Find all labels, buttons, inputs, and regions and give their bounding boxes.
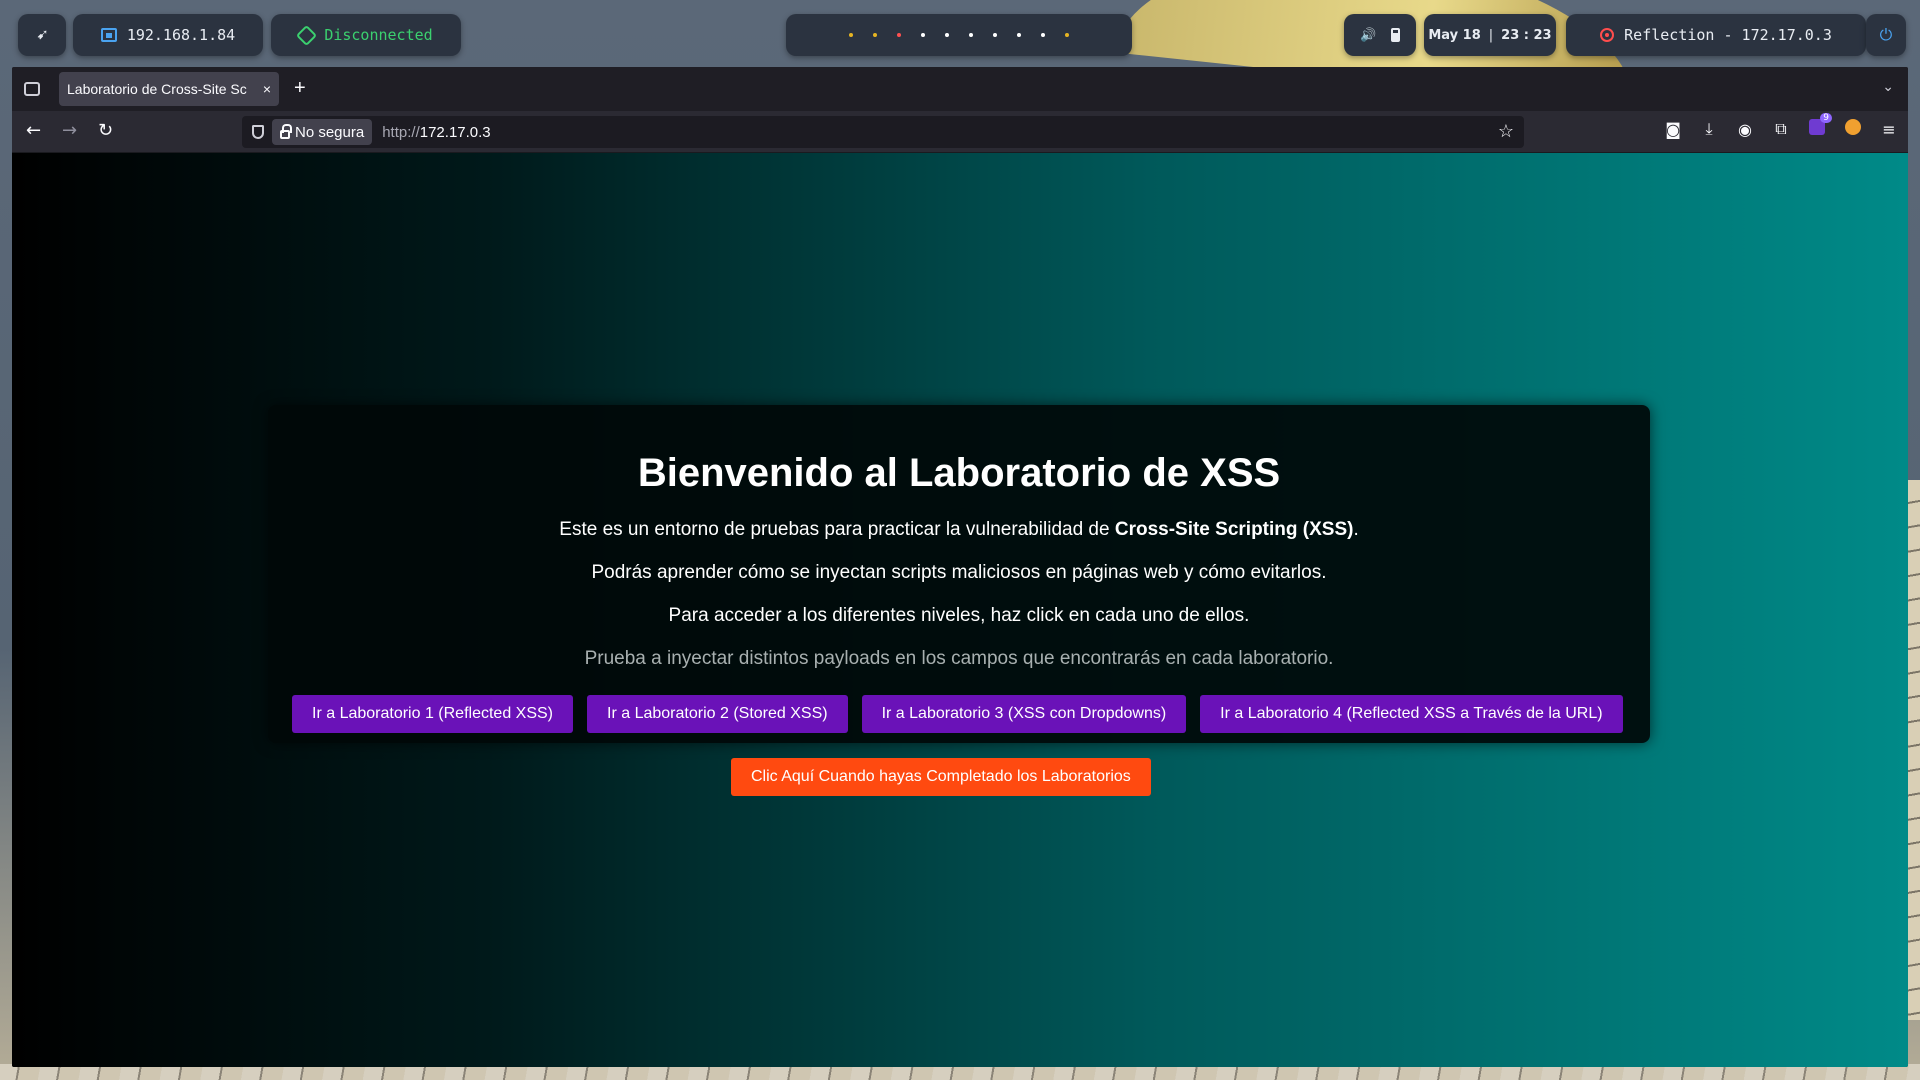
battery-icon <box>1390 28 1400 42</box>
back-icon[interactable]: ← <box>26 120 41 141</box>
ip-indicator[interactable]: 192.168.1.84 <box>73 14 263 56</box>
tab-bar: Laboratorio de Cross-Site Sc × + ⌄ <box>12 67 1908 111</box>
firefox-view-icon[interactable] <box>24 82 40 96</box>
target-icon <box>1600 28 1615 42</box>
active-tab[interactable]: Laboratorio de Cross-Site Sc × <box>59 72 279 106</box>
reload-icon[interactable]: ↻ <box>98 120 113 141</box>
system-tray[interactable]: 🔊 <box>1344 14 1416 56</box>
url-text[interactable]: http://172.17.0.3 <box>382 124 490 141</box>
launcher-button[interactable]: ➹ <box>18 14 66 56</box>
intro-text: Este es un entorno de pruebas para pract… <box>268 519 1650 541</box>
ip-address: 192.168.1.84 <box>126 26 236 44</box>
intro-text-start: Este es un entorno de pruebas para pract… <box>559 519 1115 540</box>
lab-1-button[interactable]: Ir a Laboratorio 1 (Reflected XSS) <box>292 695 574 733</box>
lab-buttons: Ir a Laboratorio 1 (Reflected XSS) Ir a … <box>292 695 1623 733</box>
list-all-tabs-icon[interactable]: ⌄ <box>1882 79 1894 95</box>
insecure-lock-icon <box>280 123 292 139</box>
learn-text: Podrás aprender cómo se inyectan scripts… <box>591 562 1327 583</box>
lab-2-button[interactable]: Ir a Laboratorio 2 (Stored XSS) <box>587 695 848 733</box>
date-label: May 18 <box>1428 27 1481 43</box>
workspace-dot-9[interactable] <box>1041 33 1045 37</box>
new-tab-button[interactable]: + <box>294 77 306 100</box>
clock-widget[interactable]: May 18 | 23 : 23 <box>1424 14 1556 56</box>
target-indicator[interactable]: Reflection - 172.17.0.3 <box>1566 14 1866 56</box>
cookie-extension-icon[interactable] <box>1844 119 1862 139</box>
power-icon: ⏻ <box>1879 25 1893 44</box>
menu-icon[interactable]: ≡ <box>1880 120 1898 139</box>
workspace-dot-6[interactable] <box>969 33 973 37</box>
url-host: 172.17.0.3 <box>419 123 491 141</box>
vpn-indicator[interactable]: Disconnected <box>271 14 461 56</box>
workspace-dot-7[interactable] <box>993 33 997 37</box>
account-icon[interactable]: ◉ <box>1736 120 1754 139</box>
forward-icon[interactable]: → <box>62 120 77 141</box>
payloads-hint: Prueba a inyectar distintos payloads en … <box>584 648 1334 669</box>
desktop-topbar: ➹ 192.168.1.84 Disconnected 🔊 May 18 | 2… <box>0 0 1920 66</box>
pocket-icon[interactable]: ◙ <box>1664 120 1682 139</box>
power-button[interactable]: ⏻ <box>1866 14 1906 56</box>
time-label: 23 : 23 <box>1501 27 1552 43</box>
levels-text: Para acceder a los diferentes niveles, h… <box>668 605 1250 626</box>
workspace-dot-4[interactable] <box>921 33 925 37</box>
url-scheme: http:// <box>382 123 420 141</box>
address-bar[interactable]: No segura http://172.17.0.3 ☆ <box>242 116 1524 148</box>
lab-3-button[interactable]: Ir a Laboratorio 3 (XSS con Dropdowns) <box>861 695 1187 733</box>
workspace-dot-8[interactable] <box>1017 33 1021 37</box>
clock-separator: | <box>1488 27 1494 43</box>
toolbar-icons: ◙ ⤓ ◉ ⧉ 9 ≡ <box>1664 113 1898 139</box>
browser-window: Laboratorio de Cross-Site Sc × + ⌄ ← → ↻… <box>12 67 1908 1067</box>
extension-purple-icon[interactable]: 9 <box>1808 113 1832 139</box>
completed-labs-button[interactable]: Clic Aquí Cuando hayas Completado los La… <box>731 758 1151 796</box>
page-viewport: Bienvenido al Laboratorio de XSS Este es… <box>12 153 1908 1067</box>
workspace-switcher[interactable] <box>786 14 1132 56</box>
bookmark-star-icon[interactable]: ☆ <box>1498 121 1514 142</box>
download-icon[interactable]: ⤓ <box>1700 119 1718 139</box>
navigation-toolbar: ← → ↻ No segura http://172.17.0.3 ☆ ◙ ⤓ … <box>12 111 1908 153</box>
lab-4-button[interactable]: Ir a Laboratorio 4 (Reflected XSS a Trav… <box>1200 695 1623 733</box>
workspace-dot-1[interactable] <box>849 33 853 37</box>
page-title: Bienvenido al Laboratorio de XSS <box>637 451 1281 495</box>
wallpaper-art-edge <box>1906 480 1920 1020</box>
security-label: No segura <box>295 123 365 141</box>
close-tab-icon[interactable]: × <box>263 81 271 97</box>
volume-icon[interactable]: 🔊 <box>1360 28 1376 43</box>
workspace-dot-10[interactable] <box>1065 33 1069 37</box>
welcome-card: Bienvenido al Laboratorio de XSS Este es… <box>268 405 1650 796</box>
intro-text-bold: Cross-Site Scripting (XSS) <box>1114 519 1354 540</box>
network-icon <box>100 28 117 42</box>
workspace-dot-3[interactable] <box>897 33 901 37</box>
workspace-dot-5[interactable] <box>945 33 949 37</box>
vpn-cube-icon <box>296 24 318 46</box>
tab-title: Laboratorio de Cross-Site Sc <box>67 81 247 97</box>
intro-text-end: . <box>1353 519 1359 540</box>
tracking-protection-icon[interactable] <box>252 125 264 139</box>
target-label: Reflection - 172.17.0.3 <box>1624 26 1832 44</box>
vpn-status: Disconnected <box>324 26 433 44</box>
site-security-button[interactable]: No segura <box>272 119 373 145</box>
extension-badge: 9 <box>1820 113 1832 123</box>
kali-dragon-icon: ➹ <box>36 24 48 46</box>
extensions-icon[interactable]: ⧉ <box>1772 119 1790 139</box>
workspace-dot-2[interactable] <box>873 33 877 37</box>
